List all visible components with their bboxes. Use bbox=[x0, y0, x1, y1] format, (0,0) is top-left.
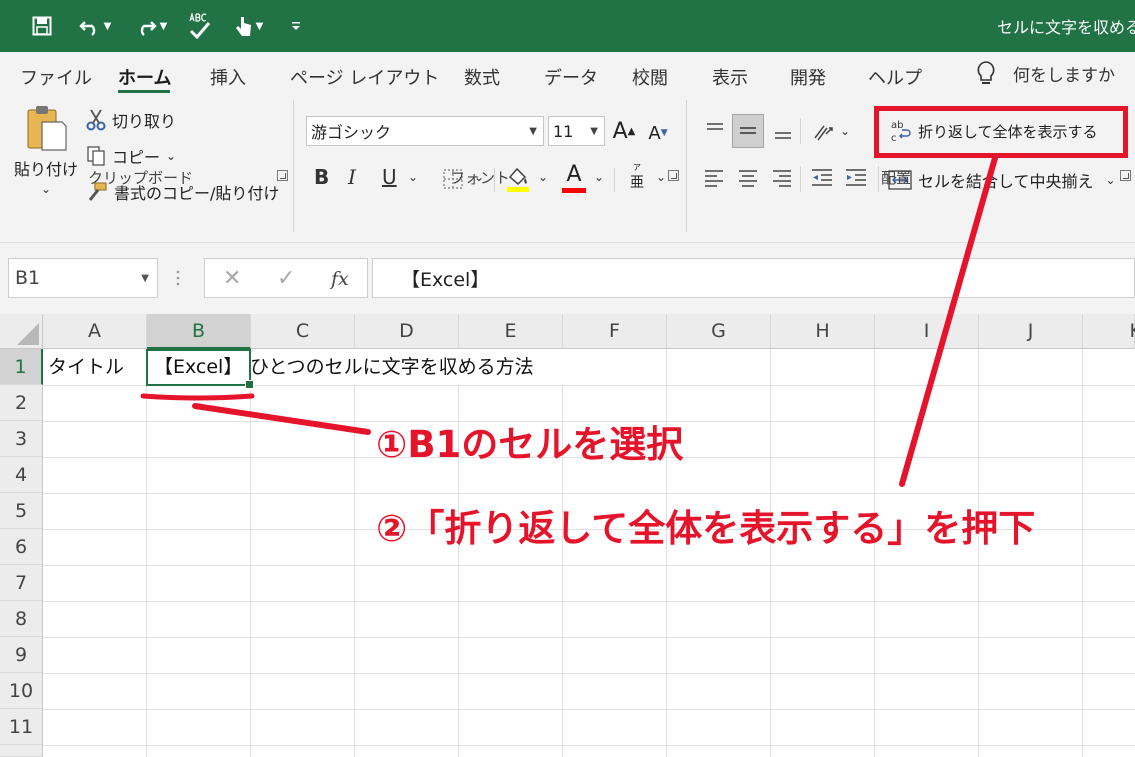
arrow-line-step1 bbox=[192, 403, 371, 435]
annotation-step2: ②「折り返して全体を表示する」を押下 bbox=[376, 507, 1036, 550]
underline-mark bbox=[140, 393, 255, 401]
arrow-line-step2 bbox=[899, 155, 998, 487]
annotation-step1: ①B1のセルを選択 bbox=[376, 423, 684, 466]
excel-window: ▼ ▼ ▼ セルに文字を収める ファイル ホーム 挿入 ページ レイアウト 数式… bbox=[0, 0, 1135, 757]
annotation-lines bbox=[140, 155, 998, 487]
